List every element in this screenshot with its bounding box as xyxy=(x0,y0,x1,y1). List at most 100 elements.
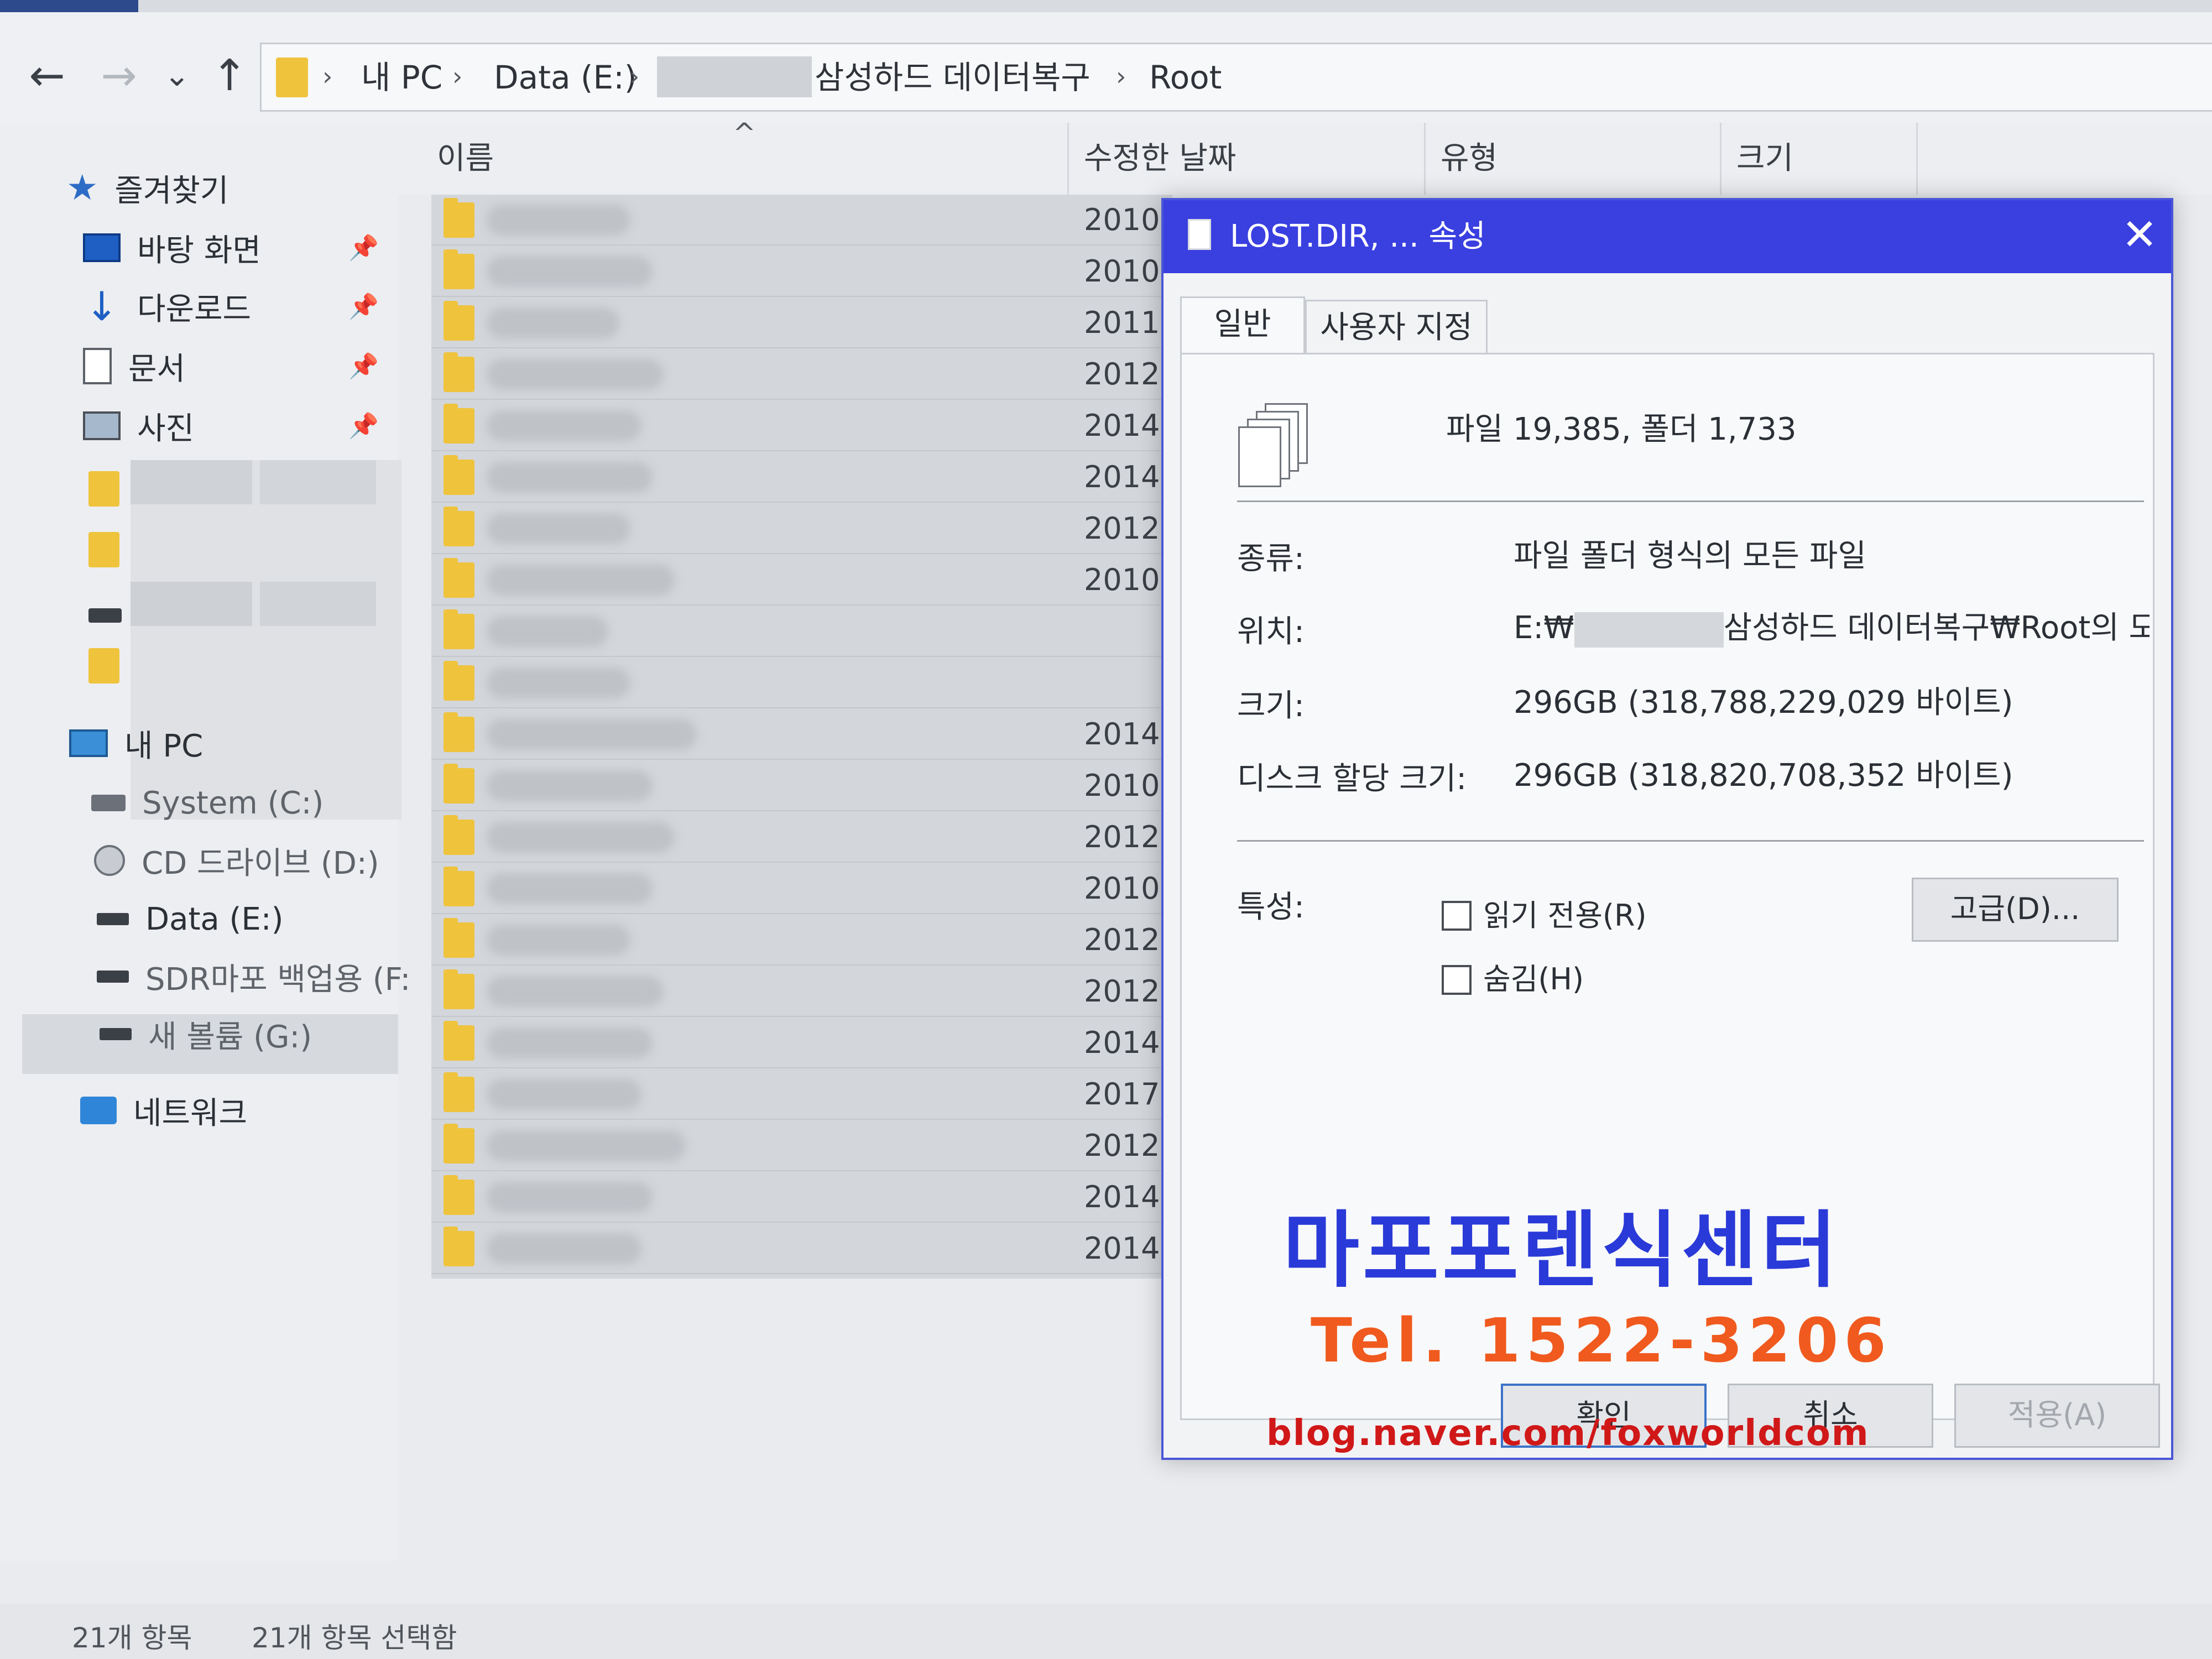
file-modified-date: 2010- xyxy=(1084,871,1171,906)
column-header-modified[interactable]: 수정한 날짜 xyxy=(1084,128,1236,189)
breadcrumb-root[interactable]: Root xyxy=(1149,55,1222,100)
folder-icon xyxy=(88,648,119,684)
folder-icon xyxy=(444,712,474,752)
location-prefix: E:₩ xyxy=(1514,610,1574,646)
file-row[interactable]: 2012- xyxy=(431,966,1172,1017)
sidebar-item-drive-d[interactable]: CD 드라이브 (D:) xyxy=(94,833,379,888)
selection-summary: 파일 19,385, 폴더 1,733 xyxy=(1446,411,1797,447)
address-bar[interactable]: › 내 PC › Data (E:) › 삼성하드 데이터복구 › Root xyxy=(260,43,2212,112)
file-modified-date: 2010- xyxy=(1084,562,1171,597)
cd-drive-icon xyxy=(94,845,125,876)
column-header-size[interactable]: 크기 xyxy=(1736,128,1793,189)
sidebar-item-downloads[interactable]: ↓ 다운로드 xyxy=(83,279,251,334)
watermark-telephone: Tel. 1522-3206 xyxy=(1311,1305,1892,1376)
column-header-row: 이름 ^ 수정한 날짜 유형 크기 xyxy=(398,117,2212,195)
file-row[interactable]: 2011- xyxy=(431,298,1172,348)
folder-icon xyxy=(88,532,119,567)
tab-general[interactable]: 일반 xyxy=(1180,296,1305,354)
file-row[interactable]: 2010- xyxy=(431,555,1172,606)
sidebar-item-desktop[interactable]: 바탕 화면 xyxy=(83,220,261,275)
breadcrumb-drive-e[interactable]: Data (E:) xyxy=(494,55,637,100)
file-modified-date: 2014- xyxy=(1084,1025,1171,1060)
blurred-file-name xyxy=(487,1027,653,1058)
hidden-checkbox[interactable] xyxy=(1442,965,1472,995)
breadcrumb-recovery-folder[interactable]: 삼성하드 데이터복구 xyxy=(815,55,1091,100)
file-modified-date: 2012- xyxy=(1084,974,1171,1009)
readonly-label[interactable]: 읽기 전용(R) xyxy=(1483,894,1647,938)
sidebar-item-documents[interactable]: 문서 xyxy=(83,338,185,394)
pin-icon[interactable]: 📌 xyxy=(348,233,379,262)
column-header-type[interactable]: 유형 xyxy=(1441,128,1498,189)
redacted-folder-name xyxy=(657,56,812,97)
file-row[interactable]: 2012- xyxy=(431,503,1172,554)
folder-icon xyxy=(444,815,474,855)
location-suffix: 삼성하드 데이터복구₩Root의 모든 xyxy=(1723,610,2150,646)
up-arrow-icon[interactable]: ↑ xyxy=(205,51,254,101)
file-row[interactable]: 2014- xyxy=(431,1172,1172,1223)
blurred-file-name xyxy=(487,925,630,956)
sidebar-item-drive-g[interactable]: 새 볼륨 (G:) xyxy=(100,1006,312,1062)
file-row[interactable]: 2012- xyxy=(431,1120,1172,1171)
pin-icon[interactable]: 📌 xyxy=(348,352,379,380)
sidebar-item-drive-f[interactable]: SDR마포 백업용 (F: xyxy=(97,949,410,1004)
sidebar-item-drive-c[interactable]: System (C:) xyxy=(91,775,324,831)
advanced-button[interactable]: 고급(D)... xyxy=(1912,878,2119,942)
sort-ascending-icon: ^ xyxy=(733,117,756,149)
blurred-file-name xyxy=(487,359,664,390)
size-value: 296GB (318,788,229,029 바이트) xyxy=(1514,685,2013,721)
sidebar-item-quick-access[interactable]: ★ 즐겨찾기 xyxy=(66,160,228,216)
sidebar-item-pictures[interactable]: 사진 xyxy=(83,398,194,453)
folder-icon xyxy=(444,198,474,238)
folder-icon xyxy=(444,1175,474,1215)
folder-icon xyxy=(276,58,308,97)
recent-locations-chevron-icon[interactable]: ⌄ xyxy=(152,51,202,101)
selected-count: 21개 항목 선택함 xyxy=(252,1622,457,1654)
file-row[interactable]: 2010- xyxy=(431,246,1172,297)
tab-customize[interactable]: 사용자 지정 xyxy=(1305,300,1488,353)
back-arrow-icon[interactable]: ← xyxy=(22,51,72,101)
sidebar-item-drive-e[interactable]: Data (E:) xyxy=(97,891,283,947)
file-row[interactable]: 2017- xyxy=(431,1069,1172,1120)
multiple-files-icon xyxy=(1237,403,1326,492)
file-row[interactable] xyxy=(431,658,1172,708)
drive-icon xyxy=(88,608,122,623)
breadcrumb-this-pc[interactable]: 내 PC xyxy=(361,55,442,100)
file-row[interactable]: 2014- xyxy=(431,452,1172,503)
status-bar: 21개 항목 21개 항목 선택함 xyxy=(0,1604,2212,1659)
folder-icon xyxy=(444,1124,474,1164)
column-header-name[interactable]: 이름 xyxy=(437,128,494,189)
disk-size-label: 디스크 할당 크기: xyxy=(1237,761,1467,797)
file-row[interactable]: 2010- xyxy=(431,863,1172,914)
dialog-titlebar[interactable]: LOST.DIR, ... 속성 ✕ xyxy=(1164,200,2171,273)
pin-icon[interactable]: 📌 xyxy=(348,411,379,440)
close-icon[interactable]: ✕ xyxy=(2115,210,2164,260)
redacted-block xyxy=(260,460,376,504)
pictures-icon xyxy=(83,411,121,440)
file-row[interactable]: 2014- xyxy=(431,400,1172,451)
forward-arrow-icon[interactable]: → xyxy=(94,51,144,101)
folder-icon xyxy=(88,471,119,507)
file-row[interactable]: 2014- xyxy=(431,1223,1172,1274)
hidden-label[interactable]: 숨김(H) xyxy=(1483,957,1584,1001)
file-modified-date: 2010- xyxy=(1084,254,1171,289)
file-list: 2010- 2010- 2011- 2012- 2014- 2014- 2012- 2010-… xyxy=(431,195,1172,1279)
folder-icon xyxy=(444,558,474,598)
apply-button[interactable]: 적용(A) xyxy=(1954,1384,2160,1448)
file-row[interactable]: 2012- xyxy=(431,812,1172,863)
size-label: 크기: xyxy=(1237,688,1305,724)
file-row[interactable] xyxy=(431,606,1172,657)
sidebar-item-this-pc[interactable]: 내 PC xyxy=(69,716,203,771)
folder-icon xyxy=(444,867,474,906)
file-modified-date: 2010- xyxy=(1084,768,1171,803)
file-row[interactable]: 2014- xyxy=(431,1018,1172,1068)
file-row[interactable]: 2012- xyxy=(431,915,1172,966)
file-row[interactable]: 2010- xyxy=(431,760,1172,811)
file-modified-date: 2014- xyxy=(1084,460,1171,494)
file-row[interactable]: 2012- xyxy=(431,349,1172,400)
pin-icon[interactable]: 📌 xyxy=(348,292,379,321)
file-row[interactable]: 2014- xyxy=(431,709,1172,760)
sidebar-item-network[interactable]: 네트워크 xyxy=(80,1083,247,1138)
blurred-file-name xyxy=(487,462,653,493)
readonly-checkbox[interactable] xyxy=(1442,901,1472,931)
file-row[interactable]: 2010- xyxy=(431,195,1172,246)
